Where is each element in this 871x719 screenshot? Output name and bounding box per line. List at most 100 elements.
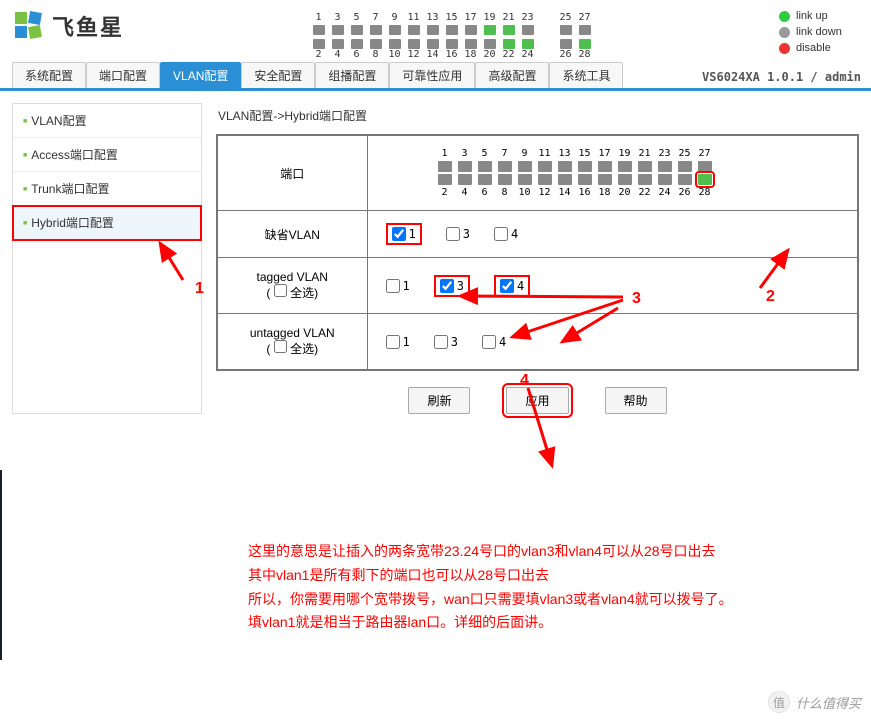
sidebar-item-2[interactable]: Trunk端口配置 — [13, 172, 201, 206]
port-icon-18[interactable] — [465, 39, 477, 49]
untagged-vlan-checkbox-4[interactable] — [482, 335, 496, 349]
grid-port-icon-5[interactable] — [478, 161, 492, 172]
nav-tab-0[interactable]: 系统配置 — [12, 62, 86, 88]
port-icon-19[interactable] — [484, 25, 496, 35]
grid-port-icon-25[interactable] — [678, 161, 692, 172]
apply-button[interactable]: 应用 — [506, 387, 568, 414]
default-vlan-checkbox-3[interactable] — [446, 227, 460, 241]
port-icon-21[interactable] — [503, 25, 515, 35]
port-icon-16[interactable] — [446, 39, 458, 49]
port-legend: link up link down disable — [779, 10, 859, 54]
grid-port-icon-18[interactable] — [598, 174, 612, 185]
help-button[interactable]: 帮助 — [605, 387, 667, 414]
untagged-vlan-checkbox-3[interactable] — [434, 335, 448, 349]
nav-tab-6[interactable]: 高级配置 — [475, 62, 549, 88]
untagged-select-all: ( 全选) — [228, 340, 357, 357]
content: VLAN配置->Hybrid端口配置 端口 135791113151719212… — [216, 103, 859, 414]
grid-port-icon-9[interactable] — [518, 161, 532, 172]
grid-port-num-1: 1 — [438, 148, 452, 159]
port-icon-13[interactable] — [427, 25, 439, 35]
grid-port-num-18: 18 — [598, 187, 612, 198]
port-number-22: 22 — [503, 49, 515, 60]
port-icon-8[interactable] — [370, 39, 382, 49]
grid-port-icon-2[interactable] — [438, 174, 452, 185]
grid-port-num-11: 11 — [538, 148, 552, 159]
port-icon-23[interactable] — [522, 25, 534, 35]
port-icon-26[interactable] — [560, 39, 572, 49]
grid-port-num-21: 21 — [638, 148, 652, 159]
grid-port-icon-26[interactable] — [678, 174, 692, 185]
grid-port-icon-27[interactable] — [698, 161, 712, 172]
port-icon-24[interactable] — [522, 39, 534, 49]
main-area: VLAN配置Access端口配置Trunk端口配置Hybrid端口配置 VLAN… — [0, 91, 871, 426]
default-vlan-checkbox-4[interactable] — [494, 227, 508, 241]
default-vlan-label-4: 4 — [511, 227, 518, 241]
untagged-vlan-opt-3: 3 — [434, 335, 458, 349]
default-vlan-checkbox-1[interactable] — [392, 227, 406, 241]
sidebar-item-0[interactable]: VLAN配置 — [13, 104, 201, 138]
grid-port-icon-20[interactable] — [618, 174, 632, 185]
nav-tab-7[interactable]: 系统工具 — [549, 62, 623, 88]
grid-port-icon-12[interactable] — [538, 174, 552, 185]
port-icon-20[interactable] — [484, 39, 496, 49]
grid-port-icon-10[interactable] — [518, 174, 532, 185]
grid-port-icon-8[interactable] — [498, 174, 512, 185]
port-number-2: 2 — [313, 49, 325, 60]
port-icon-3[interactable] — [332, 25, 344, 35]
port-icon-28[interactable] — [579, 39, 591, 49]
untagged-vlan-checkbox-1[interactable] — [386, 335, 400, 349]
sidebar-item-3[interactable]: Hybrid端口配置 — [13, 206, 201, 240]
grid-port-num-6: 6 — [478, 187, 492, 198]
port-icon-1[interactable] — [313, 25, 325, 35]
port-icon-25[interactable] — [560, 25, 572, 35]
tagged-vlan-checkbox-1[interactable] — [386, 279, 400, 293]
grid-port-icon-11[interactable] — [538, 161, 552, 172]
port-icon-11[interactable] — [408, 25, 420, 35]
grid-port-icon-22[interactable] — [638, 174, 652, 185]
refresh-button[interactable]: 刷新 — [408, 387, 470, 414]
port-icon-17[interactable] — [465, 25, 477, 35]
tagged-vlan-checkbox-3[interactable] — [440, 279, 454, 293]
header: 飞鱼星 13579111315171921232527 246810121416… — [0, 0, 871, 65]
grid-port-icon-16[interactable] — [578, 174, 592, 185]
grid-port-icon-23[interactable] — [658, 161, 672, 172]
tagged-selectall-checkbox[interactable] — [274, 284, 287, 297]
port-icon-2[interactable] — [313, 39, 325, 49]
port-icon-9[interactable] — [389, 25, 401, 35]
port-icon-22[interactable] — [503, 39, 515, 49]
port-icon-27[interactable] — [579, 25, 591, 35]
grid-port-icon-7[interactable] — [498, 161, 512, 172]
grid-port-icon-1[interactable] — [438, 161, 452, 172]
grid-port-icon-6[interactable] — [478, 174, 492, 185]
nav-tab-5[interactable]: 可靠性应用 — [389, 62, 475, 88]
grid-port-num-28: 28 — [698, 187, 712, 198]
port-icon-15[interactable] — [446, 25, 458, 35]
grid-port-num-27: 27 — [698, 148, 712, 159]
grid-port-icon-28[interactable] — [698, 174, 712, 185]
grid-port-icon-15[interactable] — [578, 161, 592, 172]
port-icon-6[interactable] — [351, 39, 363, 49]
port-icon-10[interactable] — [389, 39, 401, 49]
port-number-17: 17 — [465, 12, 477, 23]
tagged-vlan-checkbox-4[interactable] — [500, 279, 514, 293]
grid-port-icon-24[interactable] — [658, 174, 672, 185]
grid-port-icon-19[interactable] — [618, 161, 632, 172]
sidebar-item-1[interactable]: Access端口配置 — [13, 138, 201, 172]
port-icon-5[interactable] — [351, 25, 363, 35]
watermark-icon: 值 — [768, 691, 790, 713]
nav-tab-1[interactable]: 端口配置 — [86, 62, 160, 88]
port-icon-12[interactable] — [408, 39, 420, 49]
grid-port-icon-13[interactable] — [558, 161, 572, 172]
port-icon-7[interactable] — [370, 25, 382, 35]
port-icon-14[interactable] — [427, 39, 439, 49]
untagged-selectall-checkbox[interactable] — [274, 340, 287, 353]
nav-tab-3[interactable]: 安全配置 — [241, 62, 315, 88]
grid-port-icon-3[interactable] — [458, 161, 472, 172]
nav-tab-2[interactable]: VLAN配置 — [160, 62, 241, 88]
nav-tab-4[interactable]: 组播配置 — [315, 62, 389, 88]
grid-port-icon-21[interactable] — [638, 161, 652, 172]
port-icon-4[interactable] — [332, 39, 344, 49]
grid-port-icon-17[interactable] — [598, 161, 612, 172]
grid-port-icon-4[interactable] — [458, 174, 472, 185]
grid-port-icon-14[interactable] — [558, 174, 572, 185]
